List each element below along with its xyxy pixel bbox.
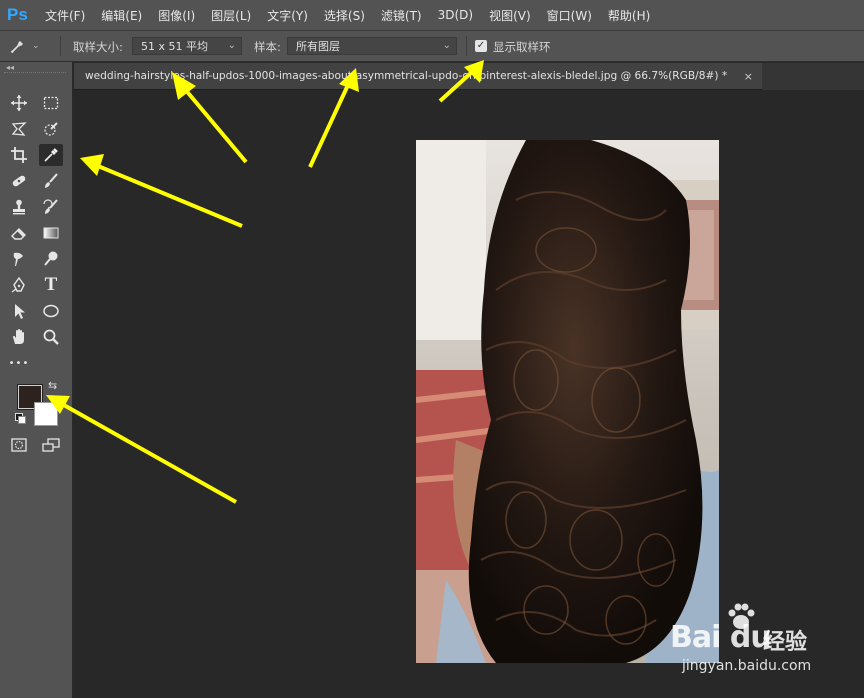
pen-tool[interactable]	[7, 274, 31, 296]
paw-icon	[728, 603, 755, 629]
dodge-icon	[44, 251, 58, 266]
history-brush-tool[interactable]	[39, 196, 63, 218]
dodge-tool[interactable]	[39, 248, 63, 270]
document-image[interactable]	[416, 140, 719, 663]
more-icon: •••	[8, 357, 30, 369]
quick-mask-button[interactable]	[7, 434, 31, 456]
gradient-icon	[43, 227, 59, 239]
watermark-url: jingyan.baidu.com	[682, 658, 812, 674]
menu-window[interactable]: 窗口(W)	[547, 7, 592, 24]
type-tool[interactable]: T	[39, 274, 63, 296]
path-select-tool[interactable]	[7, 300, 31, 322]
swap-colors-icon[interactable]: ⇆	[48, 379, 57, 392]
smudge-tool[interactable]	[7, 248, 31, 270]
history-brush-icon	[43, 199, 58, 214]
menu-image[interactable]: 图像(I)	[158, 7, 195, 24]
sample-size-select[interactable]: 51 x 51 平均 ⌄	[132, 37, 242, 55]
chevron-down-icon: ⌄	[442, 40, 451, 51]
marquee-tool[interactable]	[39, 92, 63, 114]
sample-value: 所有图层	[296, 40, 340, 53]
document-tab[interactable]: wedding-hairstyles-half-updos-1000-image…	[74, 63, 762, 90]
eraser-icon	[11, 228, 26, 240]
menu-help[interactable]: 帮助(H)	[608, 7, 650, 24]
menu-type[interactable]: 文字(Y)	[267, 7, 308, 24]
document-tab-title: wedding-hairstyles-half-updos-1000-image…	[85, 70, 728, 82]
sample-label: 样本:	[254, 40, 281, 54]
watermark: Bai du 经验 jingyan.baidu.com	[670, 600, 860, 690]
background-color-swatch[interactable]	[34, 402, 58, 426]
smudge-icon	[13, 252, 23, 266]
close-icon[interactable]: ×	[744, 63, 753, 89]
eyedropper-tool[interactable]	[39, 144, 63, 166]
sample-select[interactable]: 所有图层 ⌄	[287, 37, 457, 55]
crop-icon	[11, 147, 27, 163]
panel-grip[interactable]	[4, 72, 66, 76]
crop-tool[interactable]	[7, 144, 31, 166]
quick-select-icon	[44, 122, 58, 136]
default-colors-icon[interactable]	[15, 413, 26, 424]
stamp-icon	[13, 199, 25, 215]
move-tool[interactable]	[7, 92, 31, 114]
chevron-down-icon: ⌄	[32, 41, 40, 51]
lasso-tool[interactable]	[7, 118, 31, 140]
show-sampling-ring-label: 显示取样环	[493, 40, 551, 54]
menu-file[interactable]: 文件(F)	[45, 7, 85, 24]
quick-select-tool[interactable]	[39, 118, 63, 140]
eyedropper-icon	[44, 148, 58, 162]
ellipse-tool[interactable]	[39, 300, 63, 322]
edit-toolbar-button[interactable]: •••	[7, 352, 31, 374]
hand-tool[interactable]	[7, 326, 31, 348]
menu-select[interactable]: 选择(S)	[324, 7, 365, 24]
brush-icon	[45, 173, 58, 188]
sample-size-label: 取样大小:	[73, 40, 123, 54]
watermark-site: 经验	[763, 630, 808, 655]
ellipse-icon	[43, 304, 59, 318]
healing-tool[interactable]	[7, 170, 31, 192]
move-icon	[11, 95, 27, 111]
eraser-tool[interactable]	[7, 222, 31, 244]
brush-tool[interactable]	[39, 170, 63, 192]
marquee-icon	[43, 96, 59, 110]
tools-panel: ◂◂ T ••• ⇆	[0, 62, 73, 698]
screen-mode-icon	[42, 438, 60, 452]
menu-layer[interactable]: 图层(L)	[211, 7, 251, 24]
options-bar: ⌄ 取样大小: 51 x 51 平均 ⌄ 样本: 所有图层 ⌄ ✓ 显示取样环	[0, 31, 864, 62]
divider	[466, 36, 467, 56]
collapse-panel-icon[interactable]: ◂◂	[6, 63, 14, 72]
menu-bar: Ps 文件(F) 编辑(E) 图像(I) 图层(L) 文字(Y) 选择(S) 滤…	[0, 0, 864, 31]
tab-strip	[762, 63, 864, 90]
menu-3d[interactable]: 3D(D)	[438, 8, 473, 22]
pen-icon	[11, 276, 25, 293]
zoom-tool[interactable]	[39, 326, 63, 348]
chevron-down-icon: ⌄	[227, 40, 236, 51]
gradient-tool[interactable]	[39, 222, 63, 244]
lasso-icon	[11, 122, 27, 136]
divider	[60, 36, 61, 56]
menu-filter[interactable]: 滤镜(T)	[381, 7, 422, 24]
eyedropper-icon	[10, 41, 23, 54]
show-sampling-ring-checkbox[interactable]: ✓	[475, 40, 487, 52]
healing-icon	[12, 175, 26, 187]
hand-icon	[13, 329, 24, 344]
type-icon: T	[44, 274, 58, 295]
photoshop-logo: Ps	[7, 5, 28, 24]
tool-preset-picker[interactable]: ⌄	[9, 37, 41, 55]
menu-edit[interactable]: 编辑(E)	[101, 7, 142, 24]
menu-view[interactable]: 视图(V)	[489, 7, 531, 24]
clone-stamp-tool[interactable]	[7, 196, 31, 218]
zoom-icon	[43, 329, 59, 345]
path-select-icon	[15, 304, 25, 319]
sample-size-value: 51 x 51 平均	[141, 40, 208, 53]
screen-mode-button[interactable]	[39, 434, 63, 456]
hairstyle-photo	[416, 140, 719, 663]
quick-mask-icon	[11, 438, 27, 452]
